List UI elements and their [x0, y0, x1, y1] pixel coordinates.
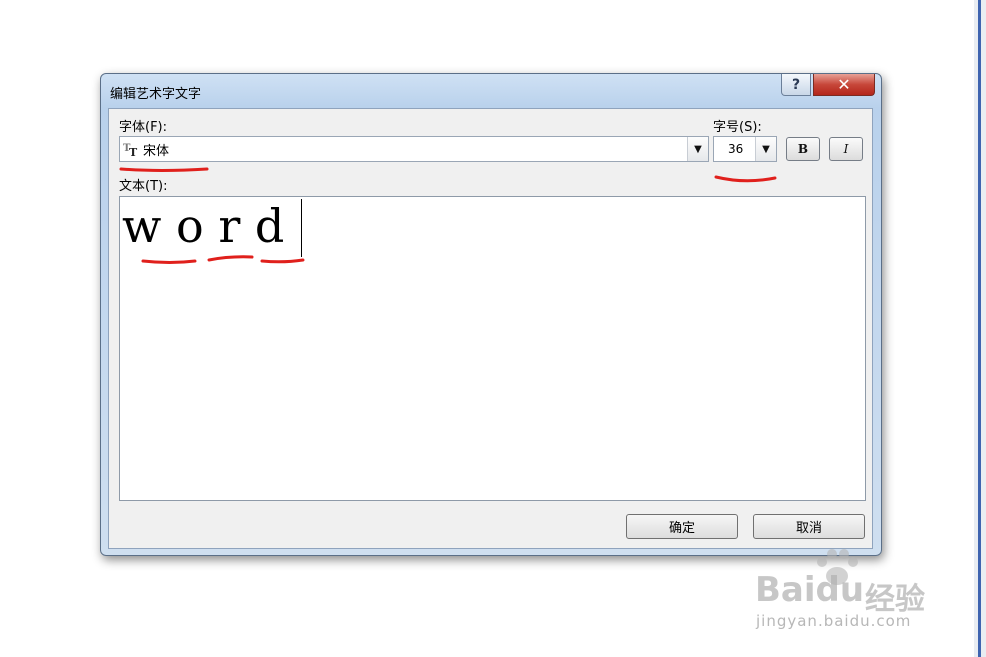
svg-text:T: T	[129, 146, 138, 157]
help-button[interactable]: ?	[781, 74, 811, 96]
background-window-edge	[974, 0, 986, 657]
text-label: 文本(T):	[119, 179, 168, 194]
text-value: w o r d	[122, 199, 285, 253]
dialog-body: 字体(F): T T 宋体 ▼ 字号(S): 36 ▼ B I 文本(T): w…	[108, 108, 873, 549]
cancel-button[interactable]: 取消	[753, 514, 865, 539]
watermark-url: jingyan.baidu.com	[756, 612, 912, 630]
text-input[interactable]: w o r d	[119, 196, 866, 501]
dialog-title: 编辑艺术字文字	[110, 87, 202, 102]
bold-button[interactable]: B	[786, 137, 820, 161]
italic-button[interactable]: I	[829, 137, 863, 161]
size-label: 字号(S):	[713, 120, 762, 135]
chevron-down-icon[interactable]: ▼	[687, 137, 708, 161]
edit-wordart-dialog: 编辑艺术字文字 ? ✕ 字体(F): T T 宋体 ▼ 字号(S): 36 ▼ …	[100, 73, 882, 556]
chevron-down-icon[interactable]: ▼	[755, 137, 776, 161]
watermark-logo: Baidu	[755, 570, 865, 610]
baidu-jingyan-watermark: Baidu 经验 jingyan.baidu.com	[750, 548, 940, 638]
window-border-line	[978, 0, 981, 657]
font-label: 字体(F):	[119, 120, 168, 135]
size-select[interactable]: 36 ▼	[713, 136, 777, 162]
font-select[interactable]: T T 宋体 ▼	[119, 136, 709, 162]
size-value: 36	[728, 142, 744, 156]
ok-button[interactable]: 确定	[626, 514, 738, 539]
font-value: 宋体	[143, 144, 170, 159]
truetype-icon: T T	[123, 143, 138, 157]
close-button[interactable]: ✕	[813, 74, 875, 96]
text-caret	[301, 199, 302, 257]
